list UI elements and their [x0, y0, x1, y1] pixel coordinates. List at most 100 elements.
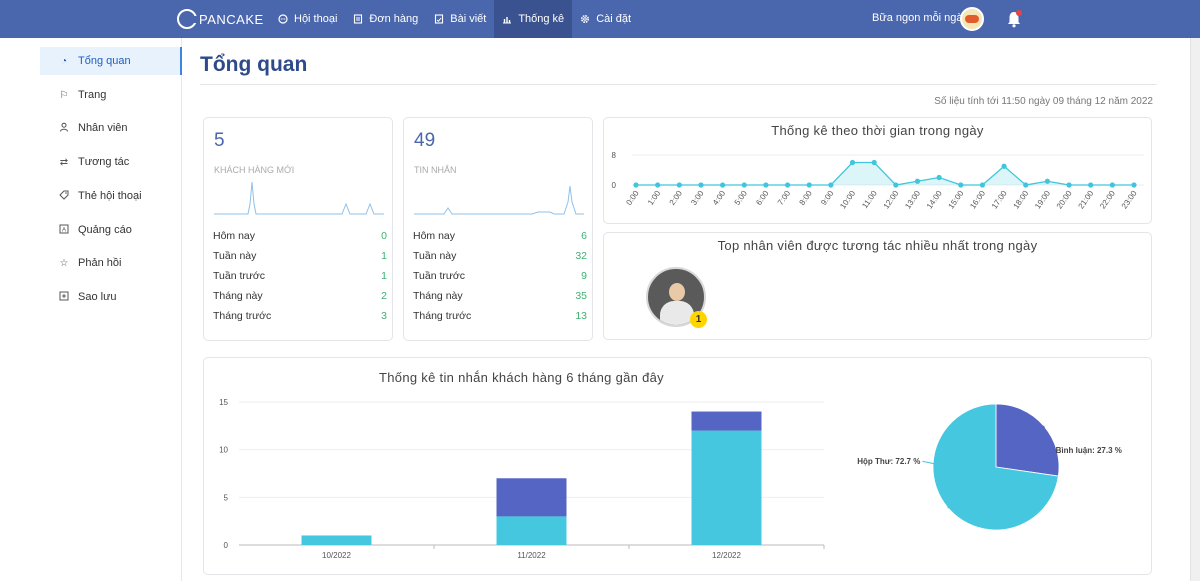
stat-row: Tháng này 35 — [413, 290, 587, 310]
stat-row-value: 9 — [581, 270, 587, 282]
line-point — [914, 178, 921, 184]
nav-posts[interactable]: Bài viết — [426, 0, 494, 38]
sidebar-item-interactions[interactable]: ⇄ Tương tác — [40, 148, 182, 176]
sidebar-item-backup[interactable]: Sao lưu — [40, 283, 182, 311]
x-tick-label: 2:00 — [668, 189, 685, 207]
bar — [496, 516, 567, 545]
line-point — [1044, 178, 1050, 184]
sidebar-item-overview[interactable]: ◔ Tổng quan — [40, 47, 182, 75]
messages-label: TIN NHẮN — [414, 165, 457, 175]
sidebar-item-feedback[interactable]: ☆ Phản hồi — [40, 249, 182, 277]
top-navigation-bar: PANCAKE Hội thoại Đơn hàng Bài viết Thốn… — [0, 0, 1200, 38]
stat-row-label: Tháng này — [213, 290, 263, 302]
source-pie-chart: Bình luận: 27.3 % Hộp Thư: 72.7 % — [857, 403, 1122, 531]
x-tick-label: 6:00 — [754, 189, 771, 207]
bar — [496, 478, 567, 517]
hourly-chart-card: Thống kê theo thời gian trong ngày 0 8 0:0… — [603, 117, 1152, 224]
bar — [691, 430, 762, 545]
line-point — [849, 159, 856, 166]
sidebar-item-label: Phản hồi — [78, 257, 122, 269]
sidebar-item-label: Tổng quan — [78, 55, 131, 67]
stat-row: Tháng này 2 — [213, 290, 387, 310]
page-name[interactable]: Bữa ngon mỗi ngày — [872, 12, 968, 24]
stat-row-value: 2 — [381, 290, 387, 302]
x-tick-label: 10:00 — [838, 189, 857, 211]
backup-icon — [58, 291, 70, 304]
line-point — [806, 182, 812, 188]
line-point — [763, 182, 769, 188]
sidebar-item-label: Sao lưu — [78, 291, 117, 303]
sidebar-item-ads[interactable]: A Quảng cáo — [40, 216, 182, 244]
nav-orders-label: Đơn hàng — [369, 13, 419, 25]
nav-settings-label: Cài đặt — [596, 13, 632, 25]
nav-settings[interactable]: Cài đặt — [572, 0, 639, 38]
line-point — [893, 182, 899, 188]
chat-icon — [278, 14, 288, 24]
nav-conversations[interactable]: Hội thoại — [270, 0, 345, 38]
x-tick-label: 4:00 — [711, 189, 728, 207]
stat-row-label: Tuần trước — [413, 270, 466, 282]
sidebar-item-pages[interactable]: ⚐ Trang — [40, 81, 182, 109]
sidebar-item-label: Nhân viên — [78, 122, 128, 134]
line-point — [633, 182, 639, 188]
stat-row-label: Tuần trước — [213, 270, 266, 282]
line-point — [676, 182, 682, 188]
stat-row: Tháng trước 13 — [413, 310, 587, 330]
main-nav: Hội thoại Đơn hàng Bài viết Thống kê Cài… — [270, 0, 639, 38]
line-point — [1088, 182, 1094, 188]
stat-row-value: 13 — [575, 310, 587, 322]
sidebar-item-label: Quảng cáo — [78, 224, 132, 236]
user-icon — [58, 122, 70, 135]
nav-statistics[interactable]: Thống kê — [494, 0, 573, 38]
messages-total: 49 — [414, 130, 436, 151]
stat-row-label: Hôm nay — [413, 230, 456, 242]
nav-posts-label: Bài viết — [450, 13, 487, 25]
line-point — [698, 182, 704, 188]
stat-row: Tuần trước 1 — [213, 270, 387, 290]
swap-icon: ⇄ — [59, 156, 69, 168]
page-title: Tổng quan — [200, 53, 308, 76]
stat-row-value: 6 — [581, 230, 587, 242]
sidebar-item-staff[interactable]: Nhân viên — [40, 114, 182, 142]
bar — [691, 411, 762, 431]
order-icon — [353, 14, 363, 24]
notification-bell-icon[interactable] — [1006, 10, 1022, 28]
stat-row: Tuần trước 9 — [413, 270, 587, 290]
nav-orders[interactable]: Đơn hàng — [345, 0, 426, 38]
y-tick-label: 8 — [612, 151, 617, 160]
new-customers-label: KHÁCH HÀNG MỚI — [214, 165, 295, 175]
x-tick-label: 15:00 — [947, 189, 966, 211]
bar — [301, 535, 372, 545]
y-tick-label: 0 — [612, 181, 617, 190]
pancake-logo[interactable]: PANCAKE — [177, 9, 264, 29]
chart-icon — [502, 14, 512, 24]
x-tick-label: 9:00 — [819, 189, 836, 207]
ad-icon: A — [58, 224, 70, 237]
sidebar-item-label: Thẻ hội thoại — [78, 190, 142, 202]
x-tick-label: 22:00 — [1098, 189, 1117, 211]
stat-row-value: 35 — [575, 290, 587, 302]
page-avatar[interactable] — [960, 7, 984, 31]
data-as-of-text: Số liệu tính tới 11:50 ngày 09 tháng 12 … — [934, 96, 1153, 107]
line-point — [784, 182, 791, 188]
line-point — [871, 159, 877, 166]
x-tick-label: 12:00 — [882, 189, 901, 211]
messages-card: 49 TIN NHẮN Hôm nay 6 Tuần này 32 Tuần trư… — [403, 117, 593, 341]
stat-row-label: Hôm nay — [213, 230, 256, 242]
flag-icon: ⚐ — [59, 89, 69, 101]
stat-row: Hôm nay 0 — [213, 230, 387, 250]
new-customers-total: 5 — [214, 130, 225, 151]
scrollbar[interactable] — [1190, 38, 1200, 581]
x-tick-label: 0:00 — [624, 189, 641, 207]
svg-text:A: A — [62, 227, 66, 233]
y-tick-label: 15 — [219, 398, 228, 407]
x-tick-label: 11:00 — [860, 189, 879, 211]
sidebar-item-tags[interactable]: Thẻ hội thoại — [40, 182, 182, 210]
line-point — [1109, 182, 1115, 188]
top-staff-card: Top nhân viên được tương tác nhiều nhất … — [603, 232, 1152, 340]
x-tick-label: 3:00 — [689, 189, 706, 207]
y-tick-label: 0 — [224, 541, 229, 550]
stat-row-label: Tháng này — [413, 290, 463, 302]
line-point — [958, 182, 964, 188]
messages-sparkline — [414, 185, 584, 215]
